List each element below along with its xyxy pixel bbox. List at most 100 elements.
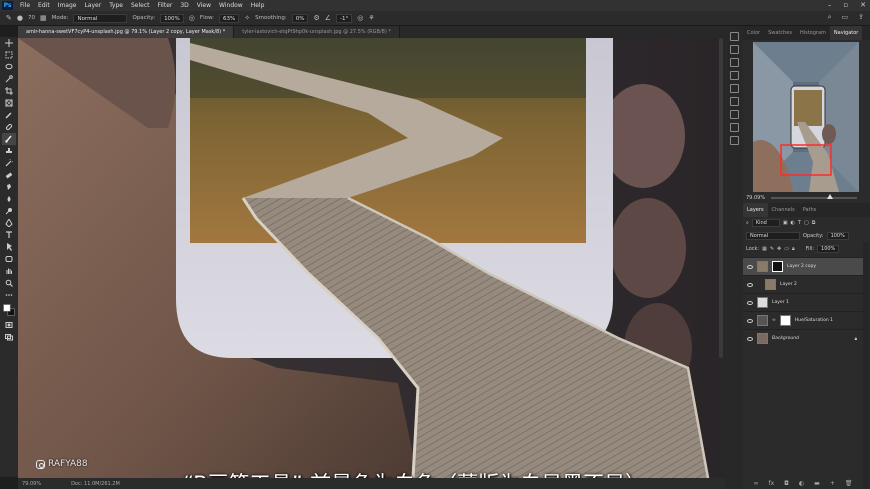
crop-tool-icon[interactable]: [2, 85, 16, 97]
tab-channels[interactable]: Channels: [768, 203, 799, 217]
brushes-panel-icon[interactable]: [729, 123, 739, 132]
brush-settings-icon[interactable]: ▦: [40, 14, 47, 22]
menu-view[interactable]: View: [193, 2, 215, 9]
hand-tool-icon[interactable]: [2, 265, 16, 277]
tab-document-2[interactable]: tyler-lastovich-etqPt9hp0k-unsplash.jpg …: [234, 26, 400, 38]
new-group-icon[interactable]: ▬: [814, 480, 820, 487]
document-canvas[interactable]: “B画笔工具”-前景色为白色（蒙版为白显黑不显）: [18, 38, 718, 478]
minimize-icon[interactable]: –: [828, 0, 832, 11]
visibility-eye-icon[interactable]: [747, 336, 753, 341]
navigator-zoom-value[interactable]: 79.09%: [746, 195, 765, 201]
layer-name[interactable]: Layer 2: [780, 282, 797, 287]
swatches-panel-icon[interactable]: [729, 136, 739, 145]
symmetry-icon[interactable]: ⚘: [368, 14, 374, 22]
layer-opacity-field[interactable]: 100%: [826, 232, 849, 240]
menu-file[interactable]: File: [16, 2, 34, 9]
layer-name[interactable]: Layer 1: [772, 300, 789, 305]
paragraph-panel-icon[interactable]: [729, 110, 739, 119]
layer-mask-thumbnail[interactable]: [779, 315, 791, 326]
layer-name[interactable]: Background: [772, 336, 799, 341]
layer-row[interactable]: ∞ Hue/Saturation 1: [743, 311, 863, 329]
more-tools-icon[interactable]: [2, 289, 16, 301]
character-panel-icon[interactable]: [729, 97, 739, 106]
menu-3d[interactable]: 3D: [176, 2, 192, 9]
navigator-zoom-slider[interactable]: [771, 194, 858, 199]
marquee-tool-icon[interactable]: [2, 49, 16, 61]
delete-layer-icon[interactable]: 🗑︎: [845, 480, 853, 487]
add-mask-icon[interactable]: ◘: [784, 480, 789, 487]
filter-smart-icon[interactable]: ⧉: [812, 220, 816, 226]
visibility-eye-icon[interactable]: [747, 264, 753, 269]
tab-color[interactable]: Color: [743, 26, 764, 40]
layer-thumbnail[interactable]: [765, 279, 776, 290]
menu-select[interactable]: Select: [127, 2, 154, 9]
tab-document-1[interactable]: amir-hanna-swetVF7cyP4-unsplash.jpg @ 79…: [18, 26, 235, 38]
dodge-tool-icon[interactable]: [2, 205, 16, 217]
chain-link-icon[interactable]: ∞: [772, 318, 776, 323]
blend-mode-select[interactable]: Normal: [746, 232, 800, 240]
layer-row[interactable]: Background 🔒︎: [743, 329, 863, 347]
lock-transparent-icon[interactable]: ▦: [762, 246, 767, 252]
status-zoom[interactable]: 79.09%: [22, 481, 41, 487]
healing-tool-icon[interactable]: [2, 121, 16, 133]
layer-name[interactable]: Layer 2 copy: [787, 264, 816, 269]
adjustments-panel-icon[interactable]: [729, 71, 739, 80]
menu-filter[interactable]: Filter: [154, 2, 177, 9]
canvas-scroll-thumb[interactable]: [719, 38, 723, 358]
airbrush-icon[interactable]: ✧: [244, 14, 250, 22]
workspace-icon[interactable]: ▭: [842, 13, 849, 22]
visibility-eye-icon[interactable]: [747, 318, 753, 323]
zoom-slider-knob[interactable]: [827, 194, 834, 199]
quick-mask-icon[interactable]: [2, 319, 16, 331]
maximize-icon[interactable]: ▫: [843, 0, 848, 11]
brush-tool-preset-icon[interactable]: ✎: [6, 14, 12, 22]
lock-all-icon[interactable]: 🔒︎: [792, 246, 795, 252]
new-adjustment-icon[interactable]: ◐: [799, 480, 804, 487]
close-icon[interactable]: ✕: [860, 0, 866, 11]
layers-scrollbar[interactable]: [863, 242, 869, 489]
layer-mask-thumbnail[interactable]: [772, 261, 783, 272]
lock-artboard-icon[interactable]: ▭: [784, 246, 789, 252]
menu-window[interactable]: Window: [215, 2, 247, 9]
filter-shape-icon[interactable]: ▢: [804, 220, 809, 226]
lock-move-icon[interactable]: ✥: [777, 246, 781, 252]
flow-field[interactable]: 63%: [219, 13, 240, 23]
menu-layer[interactable]: Layer: [80, 2, 105, 9]
move-tool-icon[interactable]: [2, 37, 16, 49]
gradient-tool-icon[interactable]: [2, 181, 16, 193]
clone-stamp-tool-icon[interactable]: [2, 145, 16, 157]
foreground-background-color-icon[interactable]: [2, 301, 16, 319]
lasso-tool-icon[interactable]: [2, 61, 16, 73]
new-layer-icon[interactable]: +: [830, 480, 835, 487]
layer-row[interactable]: Layer 1: [743, 293, 863, 311]
filter-type-icon[interactable]: T: [798, 220, 801, 226]
layer-name[interactable]: Hue/Saturation 1: [795, 318, 833, 323]
layer-thumbnail[interactable]: [757, 297, 768, 308]
pressure-size-icon[interactable]: ◎: [357, 14, 363, 22]
canvas-scrollbar[interactable]: [718, 38, 725, 478]
frame-tool-icon[interactable]: [2, 97, 16, 109]
brush-size-icon[interactable]: ●: [17, 14, 23, 22]
tab-histogram[interactable]: Histogram: [796, 26, 830, 40]
search-icon[interactable]: ⌕: [828, 13, 832, 22]
tab-navigator[interactable]: Navigator: [829, 26, 863, 40]
eraser-tool-icon[interactable]: [2, 169, 16, 181]
brush-tool-icon[interactable]: [2, 133, 16, 145]
zoom-tool-icon[interactable]: [2, 277, 16, 289]
properties-panel-icon[interactable]: [729, 45, 739, 54]
link-layers-icon[interactable]: ∞: [754, 480, 759, 487]
share-icon[interactable]: ⇪: [858, 13, 864, 22]
angle-field[interactable]: -1°: [336, 13, 353, 23]
lock-paint-icon[interactable]: ✎: [770, 246, 774, 252]
type-tool-icon[interactable]: [2, 229, 16, 241]
layer-row[interactable]: Layer 2: [743, 275, 863, 293]
tab-layers[interactable]: Layers: [743, 203, 768, 217]
pen-tool-icon[interactable]: [2, 217, 16, 229]
layer-row[interactable]: Layer 2 copy: [743, 257, 863, 275]
layer-kind-select[interactable]: Kind: [751, 219, 780, 227]
layer-thumbnail[interactable]: [757, 261, 768, 272]
smoothing-settings-icon[interactable]: ⚙: [313, 14, 319, 22]
navigator-preview[interactable]: [753, 42, 859, 192]
history-panel-icon[interactable]: [729, 32, 739, 41]
mode-select[interactable]: Normal: [73, 13, 128, 23]
